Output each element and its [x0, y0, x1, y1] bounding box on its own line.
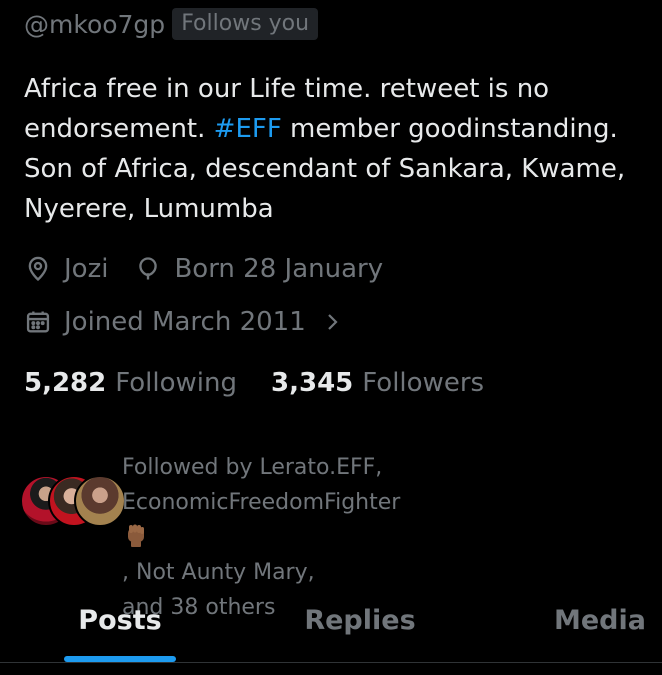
followed-by-line-1: Followed by Lerato.EFF, — [122, 455, 383, 480]
balloon-icon — [139, 257, 158, 280]
tab-divider — [0, 662, 662, 663]
joined-item: Joined March 2011 — [24, 307, 306, 337]
profile-tabs: Posts Replies Media — [0, 580, 662, 675]
avatar — [74, 475, 126, 527]
followers-label: Followers — [362, 368, 485, 398]
following-link[interactable]: 5,282 Following — [24, 368, 237, 398]
followed-by-name: EconomicFreedomFighter — [122, 490, 401, 515]
location-text: Jozi — [64, 254, 109, 284]
bio-line-3: Son of Africa, descendant of Sankara, Kw… — [24, 154, 626, 184]
location-pin-icon — [28, 256, 48, 282]
handle-row: @mkoo7gp Follows you — [24, 8, 319, 40]
profile-handle: @mkoo7gp — [24, 9, 166, 39]
bio-line-2-text: endorsement. — [24, 114, 214, 144]
following-label: Following — [115, 368, 238, 398]
raised-fist-emoji — [128, 524, 144, 547]
bio-line-2-rest: member goodinstanding. — [281, 114, 618, 144]
bio-line-1: Africa free in our Life time. retweet is… — [24, 74, 550, 104]
tab-media[interactable]: Media — [500, 580, 662, 660]
hashtag-link[interactable]: #EFF — [214, 114, 282, 144]
tab-posts-label: Posts — [78, 604, 162, 636]
followers-count: 3,345 — [271, 368, 354, 398]
birthday-text: Born 28 January — [174, 254, 384, 284]
tab-replies[interactable]: Replies — [260, 580, 460, 660]
birthday-item: Born 28 January — [134, 254, 383, 284]
joined-text: Joined March 2011 — [64, 307, 306, 337]
bio-line-4: Nyerere, Lumumba — [24, 194, 274, 224]
tab-media-label: Media — [554, 604, 646, 636]
followers-link[interactable]: 3,345 Followers — [271, 368, 484, 398]
follows-you-badge: Follows you — [172, 8, 319, 40]
followed-by-avatars[interactable] — [20, 475, 126, 527]
tab-posts[interactable]: Posts — [20, 580, 220, 660]
location-item: Jozi — [24, 254, 108, 284]
following-count: 5,282 — [24, 368, 107, 398]
bio-line-2: endorsement. #EFF member goodinstanding. — [24, 109, 662, 149]
tab-replies-label: Replies — [304, 604, 416, 636]
followed-by-line-2: EconomicFreedomFighter , Not Aunty Mary, — [122, 485, 662, 590]
meta-row-location-birthday: Jozi Born 28 January — [24, 254, 383, 284]
profile-bio: Africa free in our Life time. retweet is… — [24, 69, 662, 229]
meta-row-joined[interactable]: Joined March 2011 — [24, 307, 342, 337]
chevron-right-icon[interactable] — [324, 310, 342, 334]
follow-counts: 5,282 Following 3,345 Followers — [24, 368, 484, 398]
calendar-icon — [26, 311, 50, 333]
